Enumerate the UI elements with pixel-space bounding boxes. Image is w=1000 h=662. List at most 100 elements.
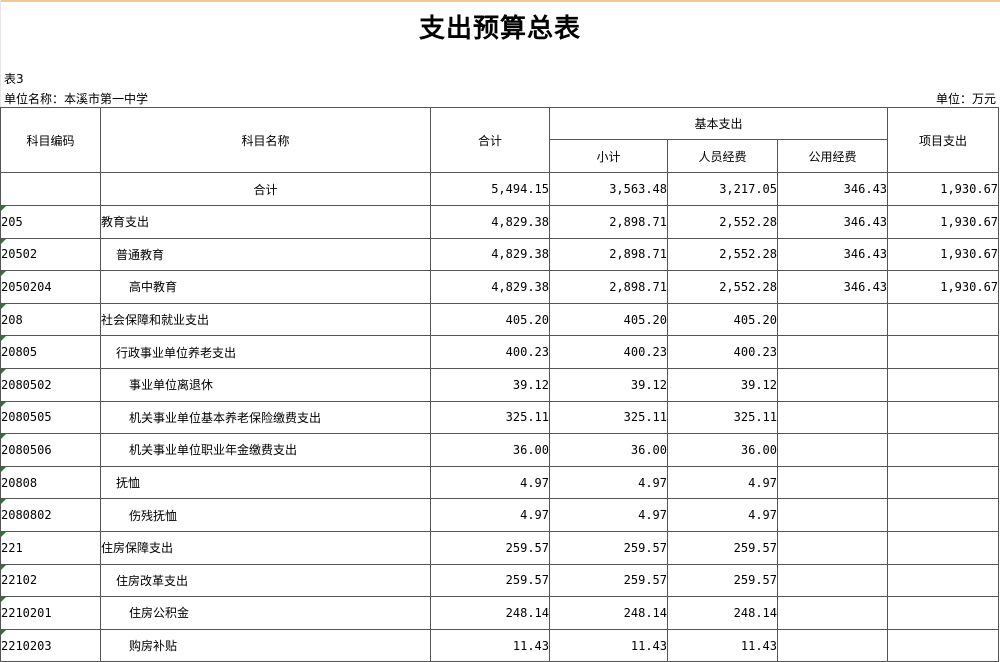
- cell-public[interactable]: [776, 335, 889, 369]
- cell-subtotal[interactable]: 11.43: [549, 628, 668, 662]
- cell-public[interactable]: [776, 433, 889, 467]
- cell-project[interactable]: [887, 400, 1000, 435]
- cell-project[interactable]: [887, 367, 1000, 402]
- cell-name[interactable]: 行政事业单位养老支出: [100, 335, 431, 369]
- cell-total[interactable]: 259.57: [430, 530, 550, 565]
- cell-name[interactable]: 普通教育: [100, 237, 431, 272]
- table-row[interactable]: 2080506 机关事业单位职业年金缴费支出 36.00 36.00 36.00: [0, 433, 1000, 467]
- cell-code[interactable]: 2080505: [0, 400, 101, 435]
- cell-name[interactable]: 合计: [100, 172, 431, 206]
- cell-personnel[interactable]: 2,552.28: [667, 237, 778, 272]
- header-personnel[interactable]: 人员经费: [667, 139, 778, 173]
- cell-total[interactable]: 5,494.15: [430, 172, 550, 206]
- cell-total[interactable]: 4.97: [430, 465, 550, 500]
- cell-code[interactable]: 2050204: [0, 270, 101, 304]
- cell-project[interactable]: [887, 498, 1000, 532]
- cell-subtotal[interactable]: 4.97: [549, 465, 668, 500]
- cell-project[interactable]: 1,930.67: [887, 237, 1000, 272]
- cell-subtotal[interactable]: 405.20: [549, 302, 668, 337]
- cell-public[interactable]: 346.43: [776, 270, 889, 304]
- cell-subtotal[interactable]: 259.57: [549, 530, 668, 565]
- table-row[interactable]: 2080802 伤残抚恤 4.97 4.97 4.97: [0, 498, 1000, 532]
- cell-name[interactable]: 社会保障和就业支出: [100, 302, 431, 337]
- table-row[interactable]: 20502 普通教育 4,829.38 2,898.71 2,552.28 34…: [0, 237, 1000, 272]
- table-row[interactable]: 22102 住房改革支出 259.57 259.57 259.57: [0, 563, 1000, 598]
- cell-total[interactable]: 4.97: [430, 498, 550, 532]
- header-public[interactable]: 公用经费: [776, 139, 889, 173]
- cell-subtotal[interactable]: 2,898.71: [549, 270, 668, 304]
- cell-code[interactable]: 20502: [0, 237, 101, 272]
- cell-public[interactable]: 346.43: [776, 237, 889, 272]
- table-row[interactable]: 2210201 住房公积金 248.14 248.14 248.14: [0, 596, 1000, 630]
- cell-personnel[interactable]: 4.97: [667, 498, 778, 532]
- cell-subtotal[interactable]: 2,898.71: [549, 205, 668, 239]
- cell-personnel[interactable]: 2,552.28: [667, 205, 778, 239]
- cell-public[interactable]: [776, 465, 889, 500]
- header-total[interactable]: 合计: [430, 107, 550, 173]
- cell-code[interactable]: 2080502: [0, 367, 101, 402]
- cell-public[interactable]: [776, 596, 889, 630]
- cell-personnel[interactable]: 325.11: [667, 400, 778, 435]
- cell-personnel[interactable]: 248.14: [667, 596, 778, 630]
- cell-code[interactable]: 208: [0, 302, 101, 337]
- cell-public[interactable]: [776, 400, 889, 435]
- table-row[interactable]: 208 社会保障和就业支出 405.20 405.20 405.20: [0, 302, 1000, 337]
- cell-project[interactable]: 1,930.67: [887, 172, 1000, 206]
- cell-public[interactable]: [776, 563, 889, 598]
- cell-code[interactable]: 20808: [0, 465, 101, 500]
- cell-subtotal[interactable]: 36.00: [549, 433, 668, 467]
- table-row[interactable]: 2210203 购房补贴 11.43 11.43 11.43: [0, 628, 1000, 662]
- table-row[interactable]: 205 教育支出 4,829.38 2,898.71 2,552.28 346.…: [0, 205, 1000, 239]
- cell-name[interactable]: 伤残抚恤: [100, 498, 431, 532]
- table-row[interactable]: 20808 抚恤 4.97 4.97 4.97: [0, 465, 1000, 500]
- cell-subtotal[interactable]: 4.97: [549, 498, 668, 532]
- cell-total[interactable]: 400.23: [430, 335, 550, 369]
- cell-code[interactable]: 22102: [0, 563, 101, 598]
- cell-code[interactable]: 2210203: [0, 628, 101, 662]
- cell-project[interactable]: [887, 596, 1000, 630]
- cell-code[interactable]: 221: [0, 530, 101, 565]
- cell-personnel[interactable]: 259.57: [667, 530, 778, 565]
- table-row[interactable]: 2080502 事业单位离退休 39.12 39.12 39.12: [0, 367, 1000, 402]
- cell-name[interactable]: 机关事业单位职业年金缴费支出: [100, 433, 431, 467]
- header-basic[interactable]: 基本支出: [548, 107, 889, 140]
- cell-personnel[interactable]: 259.57: [667, 563, 778, 598]
- header-project[interactable]: 项目支出: [887, 107, 1000, 173]
- cell-project[interactable]: [887, 302, 1000, 337]
- cell-public[interactable]: 346.43: [776, 172, 889, 206]
- table-row[interactable]: 2080505 机关事业单位基本养老保险缴费支出 325.11 325.11 3…: [0, 400, 1000, 435]
- cell-name[interactable]: 高中教育: [100, 270, 431, 304]
- cell-subtotal[interactable]: 400.23: [549, 335, 668, 369]
- cell-total[interactable]: 248.14: [430, 596, 550, 630]
- cell-name[interactable]: 抚恤: [100, 465, 431, 500]
- cell-project[interactable]: [887, 628, 1000, 662]
- cell-total[interactable]: 4,829.38: [430, 237, 550, 272]
- cell-code[interactable]: 2080506: [0, 433, 101, 467]
- cell-project[interactable]: 1,930.67: [887, 205, 1000, 239]
- cell-public[interactable]: 346.43: [776, 205, 889, 239]
- cell-public[interactable]: [776, 628, 889, 662]
- cell-personnel[interactable]: 405.20: [667, 302, 778, 337]
- cell-project[interactable]: [887, 433, 1000, 467]
- cell-code[interactable]: 20805: [0, 335, 101, 369]
- cell-code[interactable]: 2080802: [0, 498, 101, 532]
- cell-code[interactable]: 205: [0, 205, 101, 239]
- cell-personnel[interactable]: 39.12: [667, 367, 778, 402]
- cell-personnel[interactable]: 400.23: [667, 335, 778, 369]
- cell-project[interactable]: [887, 563, 1000, 598]
- cell-subtotal[interactable]: 325.11: [549, 400, 668, 435]
- cell-subtotal[interactable]: 248.14: [549, 596, 668, 630]
- cell-total[interactable]: 36.00: [430, 433, 550, 467]
- cell-personnel[interactable]: 4.97: [667, 465, 778, 500]
- cell-subtotal[interactable]: 3,563.48: [549, 172, 668, 206]
- cell-name[interactable]: 住房公积金: [100, 596, 431, 630]
- cell-public[interactable]: [776, 530, 889, 565]
- header-subtotal[interactable]: 小计: [549, 139, 668, 173]
- cell-code[interactable]: 2210201: [0, 596, 101, 630]
- table-row[interactable]: 2050204 高中教育 4,829.38 2,898.71 2,552.28 …: [0, 270, 1000, 304]
- cell-code[interactable]: [0, 172, 101, 206]
- cell-name[interactable]: 事业单位离退休: [100, 367, 431, 402]
- cell-name[interactable]: 购房补贴: [100, 628, 431, 662]
- cell-personnel[interactable]: 2,552.28: [667, 270, 778, 304]
- cell-name[interactable]: 教育支出: [100, 205, 431, 239]
